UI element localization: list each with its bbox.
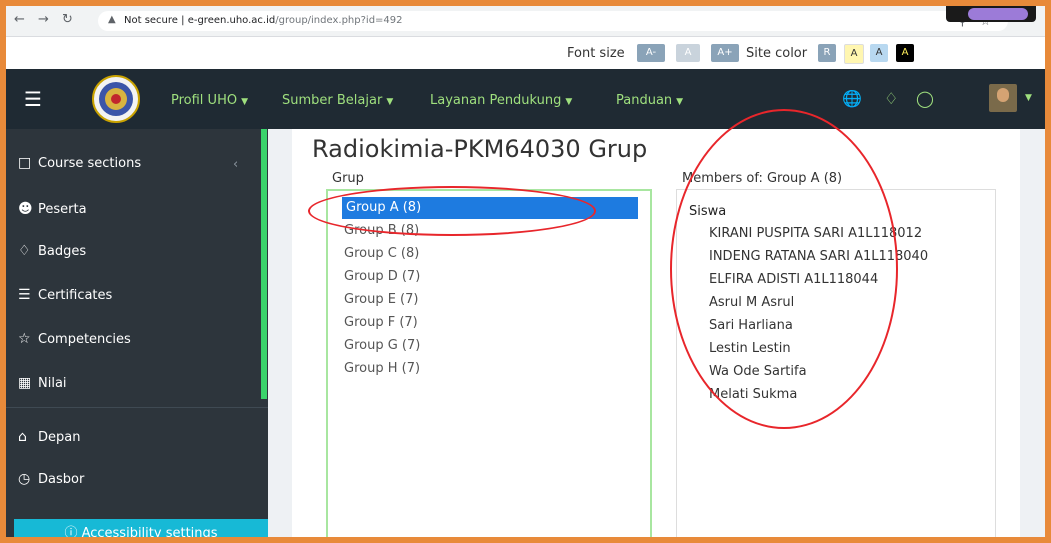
accessibility-settings-label: Accessibility settings [81,526,218,537]
member-item[interactable]: KIRANI PUSPITA SARI A1L118012 [709,226,922,241]
sidebar: □ Course sections ‹ ☻ Peserta ♢ Badges ☰ Cer… [6,129,268,537]
sidebar-item-dasbor[interactable]: ◷ Dasbor [18,471,84,487]
group-item[interactable]: Group E (7) [344,292,418,307]
nav-layanan-pendukung[interactable]: Layanan Pendukung ▼ [430,93,572,108]
users-icon: ☻ [18,201,33,217]
chat-icon[interactable]: ◯ [916,89,934,108]
url-domain: e-green.uho.ac.id [187,15,276,26]
caret-down-icon: ▼ [241,97,249,107]
sidebar-item-label: Peserta [38,202,87,217]
avatar[interactable] [989,84,1017,112]
badge-icon: ♢ [18,243,31,259]
url-text: Not secure | e-green.uho.ac.id/group/ind… [124,15,403,26]
chevron-left-icon[interactable]: ‹ [233,157,238,172]
home-icon: ⌂ [18,429,27,445]
nav-label: Layanan Pendukung [430,93,562,108]
sidebar-item-label: Nilai [38,376,67,391]
sidebar-item-label: Dasbor [38,472,85,487]
nav-label: Profil UHO [171,93,238,108]
sidebar-item-depan[interactable]: ⌂ Depan [18,429,80,445]
warning-icon: ▲ [108,14,116,25]
group-item[interactable]: Group H (7) [344,361,420,376]
nav-label: Sumber Belajar [282,93,383,108]
window: ← → ↻ ▲ Not secure | e-green.uho.ac.id/g… [6,6,1045,537]
font-decrease-button[interactable]: A- [637,44,665,62]
folder-icon: □ [18,155,32,171]
university-logo[interactable] [92,75,140,123]
globe-icon[interactable]: 🌐 [842,89,862,108]
info-icon: ⓘ [64,526,82,537]
member-item[interactable]: INDENG RATANA SARI A1L118040 [709,249,928,264]
accessibility-settings-button[interactable]: ⓘ Accessibility settings [14,519,268,537]
sidebar-item-course-sections[interactable]: □ Course sections [18,155,141,171]
site-color-label: Site color [746,46,808,61]
content-card: Radiokimia-PKM64030 Grup Grup Members of… [292,129,1020,537]
group-item[interactable]: Group B (8) [344,223,419,238]
caret-down-icon: ▼ [565,97,573,107]
not-secure-label: Not secure [124,15,178,26]
member-item[interactable]: ELFIRA ADISTI A1L118044 [709,272,878,287]
group-item[interactable]: Group G (7) [344,338,420,353]
nav-panduan[interactable]: Panduan ▼ [616,93,683,108]
color-reset-button[interactable]: R [818,44,836,62]
scroll-indicator [261,129,267,399]
member-item[interactable]: Melati Sukma [709,387,797,402]
group-item-selected[interactable]: Group A (8) [342,197,638,219]
font-reset-button[interactable]: A [676,44,700,62]
menu-icon[interactable]: ☰ [24,87,42,111]
caret-down-icon: ▼ [386,97,394,107]
sidebar-item-nilai[interactable]: ▦ Nilai [18,375,67,391]
page-title: Radiokimia-PKM64030 Grup [312,135,648,163]
back-icon[interactable]: ← [14,12,25,27]
bell-icon[interactable]: ♢ [884,89,898,108]
sidebar-item-peserta[interactable]: ☻ Peserta [18,201,87,217]
reload-icon[interactable]: ↻ [62,12,73,27]
navbar: ☰ Profil UHO ▼ Sumber Belajar ▼ Layanan Pe… [6,69,1045,129]
sidebar-item-label: Certificates [38,288,113,303]
certificate-icon: ☰ [18,287,31,303]
caret-down-icon[interactable]: ▼ [1025,93,1032,103]
sidebar-item-competencies[interactable]: ☆ Competencies [18,331,131,347]
member-item[interactable]: Lestin Lestin [709,341,791,356]
member-item[interactable]: Asrul M Asrul [709,295,794,310]
member-item[interactable]: Wa Ode Sartifa [709,364,807,379]
group-item[interactable]: Group C (8) [344,246,419,261]
nav-label: Panduan [616,93,673,108]
grades-icon: ▦ [18,375,32,391]
sidebar-item-label: Competencies [38,332,131,347]
group-label: Group A (8) [346,200,422,215]
groups-list[interactable]: Group A (8) Group B (8) Group C (8) Grou… [326,189,652,537]
sidebar-item-label: Depan [38,430,81,445]
color-black-button[interactable]: A [896,44,914,62]
members-label: Members of: Group A (8) [682,171,843,186]
sidebar-item-label: Course sections [38,156,142,171]
browser-toolbar: ← → ↻ ▲ Not secure | e-green.uho.ac.id/g… [6,6,1045,37]
color-blue-button[interactable]: A [870,44,888,62]
groups-label: Grup [332,171,364,186]
forward-icon[interactable]: → [38,12,49,27]
sidebar-item-badges[interactable]: ♢ Badges [18,243,86,259]
main-area: Radiokimia-PKM64030 Grup Grup Members of… [268,129,1045,537]
sidebar-divider [6,407,268,408]
font-size-label: Font size [567,46,625,61]
members-role-heading: Siswa [689,204,727,219]
address-bar[interactable]: ▲ Not secure | e-green.uho.ac.id/group/i… [98,11,1008,31]
accessibility-bar: Font size A- A A+ Site color R A A A [6,37,1045,69]
nav-profil-uho[interactable]: Profil UHO ▼ [171,93,248,108]
sidebar-item-label: Badges [38,244,87,259]
star-icon: ☆ [18,331,31,347]
browser-profile[interactable] [946,6,1036,22]
dashboard-icon: ◷ [18,471,31,487]
group-item[interactable]: Group F (7) [344,315,418,330]
caret-down-icon: ▼ [676,97,684,107]
member-item[interactable]: Sari Harliana [709,318,793,333]
group-item[interactable]: Group D (7) [344,269,420,284]
nav-sumber-belajar[interactable]: Sumber Belajar ▼ [282,93,393,108]
font-increase-button[interactable]: A+ [711,44,739,62]
url-path: /group/index.php?id=492 [275,15,403,26]
sidebar-item-certificates[interactable]: ☰ Certificates [18,287,112,303]
color-yellow-button[interactable]: A [844,44,864,64]
members-list[interactable]: Siswa KIRANI PUSPITA SARI A1L118012 INDE… [676,189,996,537]
